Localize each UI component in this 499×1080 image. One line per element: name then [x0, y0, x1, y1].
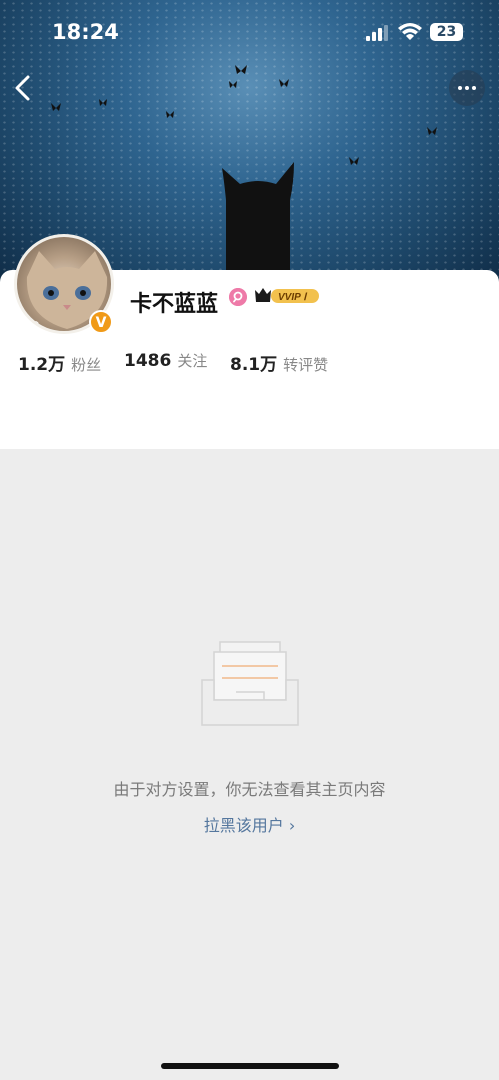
butterfly-icon	[427, 127, 437, 135]
butterfly-icon	[279, 79, 289, 87]
signal-icon	[366, 25, 388, 41]
stat-label: 转评赞	[283, 356, 329, 374]
butterfly-icon	[166, 111, 174, 118]
cat-silhouette	[222, 162, 294, 275]
more-options-button[interactable]	[449, 70, 485, 106]
butterfly-icon	[229, 81, 237, 88]
profile-stats: 1.2万 粉丝 1486 关注 8.1万 转评赞	[18, 350, 488, 378]
back-arrow-icon[interactable]	[10, 74, 38, 102]
search-badge-icon[interactable]	[229, 288, 247, 306]
avatar[interactable]: V	[14, 234, 118, 338]
butterfly-icon	[99, 99, 107, 106]
stat-value: 8.1万	[230, 355, 278, 375]
vip-badge[interactable]: VVIP Ⅰ	[253, 286, 321, 306]
butterfly-icon	[51, 103, 61, 111]
status-time: 18:24	[52, 20, 119, 44]
status-bar: 18:24 23	[0, 0, 499, 64]
restricted-message: 由于对方设置，你无法查看其主页内容	[113, 780, 386, 799]
verified-badge: V	[89, 310, 113, 334]
battery-icon: 23	[430, 23, 463, 41]
stat-following[interactable]: 1486 关注	[124, 350, 207, 371]
home-indicator[interactable]	[161, 1063, 339, 1069]
wifi-icon	[398, 23, 422, 40]
butterfly-icon	[235, 65, 247, 74]
stat-label: 关注	[177, 352, 208, 370]
stat-followers[interactable]: 1.2万 粉丝	[18, 350, 101, 375]
butterfly-icon	[349, 157, 359, 165]
empty-inbox-icon	[201, 641, 299, 726]
stat-value: 1486	[124, 351, 172, 371]
stat-label: 粉丝	[71, 356, 102, 374]
stat-value: 1.2万	[18, 355, 66, 375]
vip-label: VVIP Ⅰ	[278, 292, 308, 303]
block-user-link[interactable]: 拉黑该用户 ›	[0, 812, 499, 836]
username: 卡不蓝蓝	[130, 292, 219, 317]
stat-likes[interactable]: 8.1万 转评赞	[230, 350, 328, 375]
